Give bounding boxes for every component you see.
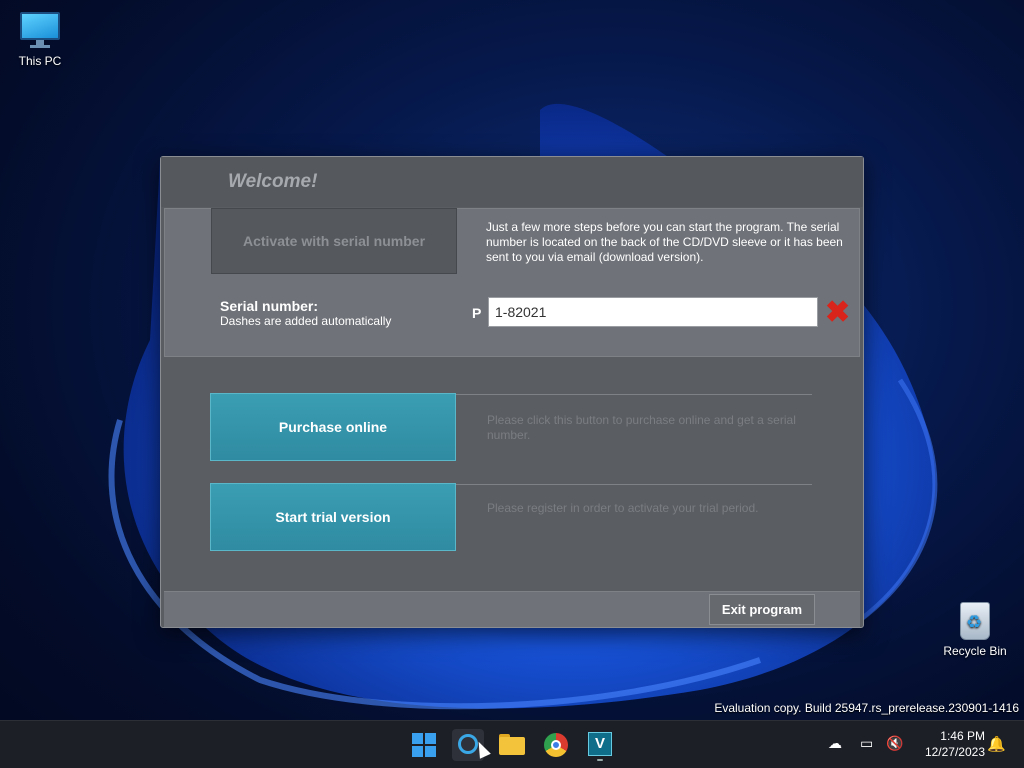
clock-date: 12/27/2023 [924,745,985,759]
serial-panel: Activate with serial number Just a few m… [164,208,860,357]
trial-description: Please register in order to activate you… [487,501,759,515]
windows-logo-icon[interactable] [408,729,440,761]
clear-serial-icon[interactable]: ✖ [825,298,850,328]
serial-number-label: Serial number: [220,298,319,314]
clock-time: 1:46 PM [940,729,985,743]
network-icon[interactable]: ▭ [860,735,873,752]
taskbar: V ☁ ▭ 🔇 1:46 PM 12/27/2023 🔔 [0,720,1024,768]
cloud-offline-icon[interactable]: ☁ [828,735,842,752]
dialog-title: Welcome! [228,171,318,192]
folder-icon[interactable] [496,729,528,761]
recycle-bin-icon: ♻ [957,598,993,640]
desktop-icon-label: Recycle Bin [943,644,1007,658]
chrome-icon[interactable] [540,729,572,761]
system-clock[interactable]: 1:46 PM 12/27/2023 [915,728,985,760]
serial-number-hint: Dashes are added automatically [220,314,392,328]
monitor-icon [18,10,62,50]
exit-program-button[interactable]: Exit program [709,594,815,625]
volume-muted-icon[interactable]: 🔇 [886,735,903,752]
welcome-dialog: Welcome! Activate with serial number Jus… [160,156,864,628]
dialog-header: Welcome! [161,157,863,207]
purchase-description: Please click this button to purchase onl… [487,413,796,442]
divider [456,394,812,395]
serial-number-input[interactable] [488,297,818,327]
desktop-icon-label: This PC [18,54,62,68]
activate-serial-tab[interactable]: Activate with serial number [211,208,457,274]
start-trial-button[interactable]: Start trial version [210,483,456,551]
desktop-icon-recycle-bin[interactable]: ♻ Recycle Bin [935,598,1015,658]
notification-bell-icon[interactable]: 🔔 [987,735,1006,753]
v15-app-icon[interactable]: V [584,729,616,761]
intro-text: Just a few more steps before you can sta… [486,220,843,264]
evaluation-watermark: Evaluation copy. Build 25947.rs_prerelea… [714,701,1019,715]
serial-prefix: P [472,305,482,321]
purchase-online-button[interactable]: Purchase online [210,393,456,461]
desktop-icon-this-pc[interactable]: This PC [0,10,80,68]
divider [456,484,812,485]
